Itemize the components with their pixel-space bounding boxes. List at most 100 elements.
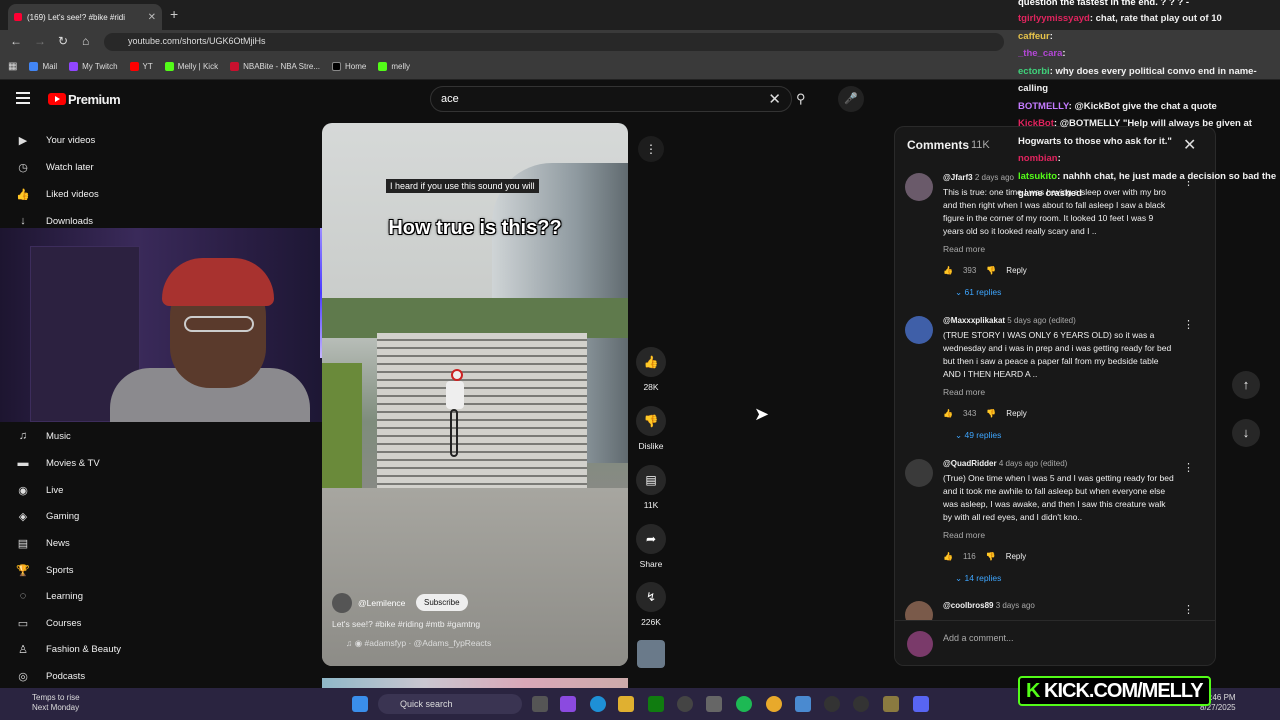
sidebar-item-liked-videos[interactable]: 👍 Liked videos [16,188,99,201]
thumb-down-icon[interactable]: 👎 [986,266,996,275]
clear-search-icon[interactable]: ✕ [768,90,781,108]
thumb-up-icon[interactable]: 👍 [943,409,953,418]
discord-icon[interactable] [913,696,929,712]
bookmark-mail[interactable]: Mail [29,62,57,71]
avatar[interactable] [905,316,933,344]
sidebar-item-your-videos[interactable]: ▶ Your videos [16,134,96,147]
search-icon[interactable]: ⚲ [796,91,806,107]
github-icon[interactable] [677,696,693,712]
edge-icon[interactable] [590,696,606,712]
chat-message: KickBot: @BOTMELLY "Help will always be … [1018,118,1252,147]
view-replies-button[interactable]: ⌄ 14 replies [955,573,1001,584]
add-comment-row: Add a comment... [895,620,1215,665]
sidebar-item-sports[interactable]: 🏆 Sports [16,564,73,577]
bookmark-x-home[interactable]: Home [332,62,366,71]
video-description: Let's see!? #bike #riding #mtb #gamtng [332,619,481,629]
sidebar-item-watch-later[interactable]: ◷ Watch later [16,161,94,174]
sidebar-item-gaming[interactable]: ◈ Gaming [16,510,80,523]
dislike-label: Dislike [638,441,664,451]
sidebar-item-downloads[interactable]: ↓ Downloads [16,215,93,227]
close-tab-icon[interactable]: ✕ [148,12,156,23]
obs-icon[interactable] [853,696,869,712]
menu-icon[interactable] [16,92,30,104]
subscribe-button[interactable]: Subscribe [416,594,468,611]
youtube-logo-icon[interactable] [48,93,66,105]
comment-more-icon[interactable]: ⋮ [1183,318,1194,331]
sidebar-item-learning[interactable]: ◌ Learning [16,590,83,602]
next-short-button[interactable]: ↓ [1232,419,1260,447]
read-more-link[interactable]: Read more [943,530,985,540]
start-icon[interactable] [352,696,368,712]
kick-channel-logo: K KICK.COM/MELLY [1018,676,1211,706]
task-view-icon[interactable] [532,696,548,712]
bookmark-yt[interactable]: YT [129,62,153,71]
comment-header: @Jfarf3 2 days ago [943,173,1014,182]
channel-name[interactable]: @Lemilence [358,598,405,608]
copilot-icon[interactable] [560,696,576,712]
dislike-button[interactable]: 👎 Dislike [636,406,666,451]
comments-button[interactable]: ▤ 11K [636,465,666,510]
add-comment-field[interactable]: Add a comment... [943,633,1014,643]
next-short-preview[interactable] [322,678,628,688]
weather-widget[interactable]: Temps to rise Next Monday [14,693,80,713]
url-field[interactable]: youtube.com/shorts/UGK6OtMjiHs [104,33,1004,51]
shorts-video-player[interactable]: I heard if you use this sound you will H… [322,123,628,666]
xbox-icon[interactable] [648,696,664,712]
thumb-up-icon[interactable]: 👍 [943,552,953,561]
sidebar-item-courses[interactable]: ▭ Courses [16,617,82,630]
comment-actions: 👍 116 👎 Reply [943,552,1027,561]
read-more-link[interactable]: Read more [943,244,985,254]
store-icon[interactable] [706,696,722,712]
view-replies-button[interactable]: ⌄ 61 replies [955,287,1001,298]
previous-short-button[interactable]: ↑ [1232,371,1260,399]
channel-avatar[interactable] [332,593,352,613]
view-replies-button[interactable]: ⌄ 49 replies [955,430,1001,441]
gaming-icon: ◈ [18,511,28,523]
forward-icon[interactable]: → [34,34,46,48]
more-options-icon[interactable]: ⋮ [638,136,664,162]
browser-tab[interactable]: (169) Let's see!? #bike #ridi ✕ [8,4,162,30]
thumb-down-icon[interactable]: 👎 [986,409,996,418]
reply-button[interactable]: Reply [1006,552,1026,561]
comment-more-icon[interactable]: ⋮ [1183,461,1194,474]
youtube-favicon-icon [14,13,22,21]
taskbar-search[interactable]: Quick search [378,694,522,714]
like-button[interactable]: 👍 28K [636,347,666,392]
thumb-down-icon[interactable]: 👎 [986,552,996,561]
share-button[interactable]: ➦ Share [636,524,666,569]
sidebar-item-live[interactable]: ◉ Live [16,484,63,497]
spotify-icon[interactable] [736,696,752,712]
thumb-up-icon[interactable]: 👍 [943,266,953,275]
comment-more-icon[interactable]: ⋮ [1183,603,1194,616]
reply-button[interactable]: Reply [1006,266,1026,275]
home-icon[interactable]: ⌂ [82,34,89,48]
chrome-icon[interactable] [766,696,782,712]
chat-message: tgirlyymissyayd: chat, rate that play ou… [1018,13,1222,24]
back-icon[interactable]: ← [10,34,22,48]
app-icon[interactable] [883,696,899,712]
bookmark-kick[interactable]: Melly | Kick [164,62,218,71]
bookmark-twitch[interactable]: My Twitch [69,62,118,71]
sidebar-item-music[interactable]: ♫ Music [16,430,71,442]
search-input[interactable]: ace ✕ [430,86,792,112]
reply-button[interactable]: Reply [1006,409,1026,418]
sidebar-item-movies-tv[interactable]: ▬ Movies & TV [16,457,100,469]
avatar[interactable] [905,173,933,201]
photos-icon[interactable] [795,696,811,712]
sidebar-item-podcasts[interactable]: ◎ Podcasts [16,670,85,683]
sidebar-item-fashion-beauty[interactable]: ♙ Fashion & Beauty [16,643,121,656]
read-more-link[interactable]: Read more [943,387,985,397]
microphone-icon[interactable]: 🎤 [838,86,864,112]
video-sound-link[interactable]: ♫ ◉ #adamsfyp · @Adams_fypReacts [346,638,491,649]
apps-icon[interactable]: ▦ [8,61,17,72]
bookmark-melly[interactable]: melly [378,62,410,71]
reload-icon[interactable]: ↻ [58,34,68,48]
sound-thumbnail[interactable] [637,640,665,668]
remix-button[interactable]: ↯ 226K [636,582,666,627]
media-icon[interactable] [824,696,840,712]
new-tab-icon[interactable]: + [170,6,178,22]
bookmark-nbabite[interactable]: NBABite - NBA Stre... [230,62,320,71]
sidebar-item-news[interactable]: ▤ News [16,537,70,550]
avatar[interactable] [905,459,933,487]
file-explorer-icon[interactable] [618,696,634,712]
